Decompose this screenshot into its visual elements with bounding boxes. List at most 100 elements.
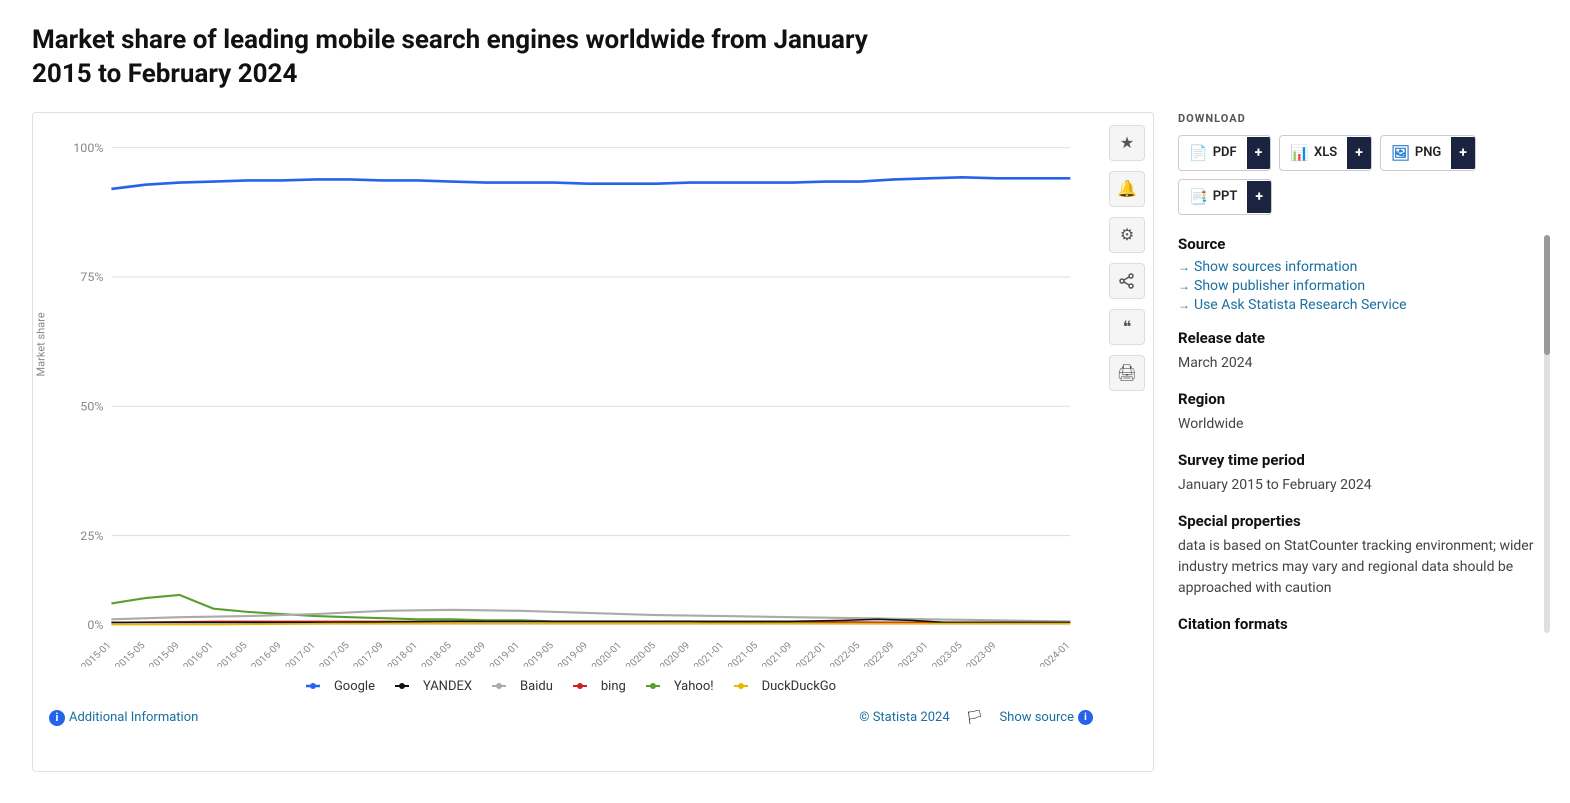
- ppt-download-button[interactable]: 📑 PPT +: [1178, 179, 1272, 215]
- print-button[interactable]: 🖨: [1109, 355, 1145, 391]
- survey-period-value: January 2015 to February 2024: [1178, 475, 1538, 496]
- chart-area: Market share 100% 75% 50% 25% 0% 2015-01…: [49, 137, 1093, 667]
- release-date-block: Release date March 2024: [1178, 329, 1538, 374]
- download-section: DOWNLOAD 📄 PDF + 📊 XLS +: [1178, 112, 1538, 215]
- arrow-icon: →: [1178, 260, 1190, 274]
- star-button[interactable]: ★: [1109, 125, 1145, 161]
- xls-plus-button[interactable]: +: [1347, 137, 1371, 169]
- page-title: Market share of leading mobile search en…: [32, 24, 932, 92]
- svg-text:2018-09: 2018-09: [454, 640, 488, 667]
- chart-section: ★ 🔔 ⚙ ❝ 🖨 Market share 1: [32, 112, 1154, 772]
- svg-text:2015-09: 2015-09: [147, 640, 181, 667]
- release-date-title: Release date: [1178, 329, 1538, 347]
- svg-text:2020-09: 2020-09: [658, 640, 692, 667]
- show-source-button[interactable]: Show source i: [999, 710, 1093, 725]
- download-buttons: 📄 PDF + 📊 XLS + 🖼 PNG: [1178, 135, 1538, 215]
- pdf-icon: 📄: [1189, 144, 1208, 162]
- xls-icon: 📊: [1290, 144, 1309, 162]
- svg-text:2017-01: 2017-01: [283, 640, 317, 667]
- png-icon: 🖼: [1391, 144, 1410, 162]
- svg-text:2016-05: 2016-05: [215, 640, 250, 667]
- survey-period-title: Survey time period: [1178, 451, 1538, 469]
- svg-text:2023-01: 2023-01: [896, 640, 930, 667]
- survey-period-block: Survey time period January 2015 to Febru…: [1178, 451, 1538, 496]
- arrow-icon: →: [1178, 298, 1190, 312]
- info-section: Source → Show sources information → Show…: [1178, 235, 1538, 633]
- legend-bing: bing: [573, 679, 626, 694]
- svg-text:2017-05: 2017-05: [318, 640, 353, 667]
- svg-text:2022-01: 2022-01: [794, 640, 828, 667]
- chart-svg: 100% 75% 50% 25% 0% 2015-01 2015-05 2015…: [49, 137, 1093, 667]
- svg-text:2021-01: 2021-01: [692, 640, 726, 667]
- svg-text:2023-05: 2023-05: [930, 640, 965, 667]
- chart-legend: Google YANDEX Baidu bing: [49, 679, 1093, 694]
- chart-footer: i Additional Information © Statista 2024…: [49, 710, 1093, 726]
- quote-button[interactable]: ❝: [1109, 309, 1145, 345]
- special-props-title: Special properties: [1178, 512, 1538, 530]
- legend-yandex: YANDEX: [395, 679, 472, 694]
- svg-text:2024-01: 2024-01: [1038, 640, 1072, 667]
- svg-text:2023-09: 2023-09: [964, 640, 998, 667]
- svg-text:25%: 25%: [80, 529, 103, 543]
- svg-text:2017-09: 2017-09: [352, 640, 386, 667]
- scrollbar-thumb[interactable]: [1544, 235, 1550, 355]
- share-button[interactable]: [1109, 263, 1145, 299]
- release-date-value: March 2024: [1178, 353, 1538, 374]
- svg-text:2018-01: 2018-01: [386, 640, 420, 667]
- source-title: Source: [1178, 235, 1538, 253]
- citation-block: Citation formats: [1178, 615, 1538, 633]
- pdf-download-button[interactable]: 📄 PDF +: [1178, 135, 1271, 171]
- ppt-icon: 📑: [1189, 188, 1208, 206]
- flag-icon: 🏳: [966, 710, 984, 726]
- svg-text:2015-01: 2015-01: [79, 640, 113, 667]
- citation-title: Citation formats: [1178, 615, 1538, 633]
- region-block: Region Worldwide: [1178, 390, 1538, 435]
- arrow-icon: →: [1178, 279, 1190, 293]
- svg-text:2019-05: 2019-05: [522, 640, 557, 667]
- source-block: Source → Show sources information → Show…: [1178, 235, 1538, 313]
- svg-text:2020-01: 2020-01: [590, 640, 624, 667]
- svg-text:0%: 0%: [87, 618, 103, 632]
- svg-text:2016-01: 2016-01: [181, 640, 215, 667]
- region-title: Region: [1178, 390, 1538, 408]
- xls-download-button[interactable]: 📊 XLS +: [1279, 135, 1372, 171]
- svg-text:2022-09: 2022-09: [862, 640, 896, 667]
- svg-text:75%: 75%: [80, 270, 103, 284]
- statista-credit: © Statista 2024: [859, 710, 949, 725]
- show-sources-link[interactable]: → Show sources information: [1178, 259, 1538, 275]
- svg-text:2021-09: 2021-09: [760, 640, 794, 667]
- chart-toolbar: ★ 🔔 ⚙ ❝ 🖨: [1109, 125, 1145, 391]
- ask-statista-link[interactable]: → Use Ask Statista Research Service: [1178, 297, 1538, 313]
- download-label: DOWNLOAD: [1178, 112, 1538, 125]
- svg-text:100%: 100%: [73, 141, 103, 155]
- png-plus-button[interactable]: +: [1451, 137, 1475, 169]
- info-icon: i: [49, 710, 65, 726]
- scrollbar[interactable]: [1544, 235, 1550, 633]
- svg-text:2020-05: 2020-05: [624, 640, 659, 667]
- svg-text:2016-09: 2016-09: [249, 640, 283, 667]
- svg-text:2015-05: 2015-05: [113, 640, 148, 667]
- google-line: [111, 177, 1070, 189]
- additional-info-button[interactable]: i Additional Information: [49, 710, 198, 726]
- svg-text:2019-09: 2019-09: [556, 640, 590, 667]
- settings-button[interactable]: ⚙: [1109, 217, 1145, 253]
- legend-google: Google: [306, 679, 375, 694]
- bell-button[interactable]: 🔔: [1109, 171, 1145, 207]
- svg-text:2018-05: 2018-05: [420, 640, 455, 667]
- legend-yahoo: Yahoo!: [646, 679, 714, 694]
- ppt-plus-button[interactable]: +: [1247, 181, 1271, 213]
- show-publisher-link[interactable]: → Show publisher information: [1178, 278, 1538, 294]
- png-download-button[interactable]: 🖼 PNG +: [1380, 135, 1476, 171]
- svg-text:50%: 50%: [80, 399, 103, 413]
- y-axis-label: Market share: [35, 312, 48, 376]
- special-props-block: Special properties data is based on Stat…: [1178, 512, 1538, 599]
- legend-baidu: Baidu: [492, 679, 553, 694]
- pdf-plus-button[interactable]: +: [1247, 137, 1271, 169]
- info-circle-icon: i: [1078, 710, 1093, 725]
- legend-duckduckgo: DuckDuckGo: [734, 679, 836, 694]
- main-layout: ★ 🔔 ⚙ ❝ 🖨 Market share 1: [32, 112, 1538, 772]
- svg-text:2021-05: 2021-05: [726, 640, 761, 667]
- svg-text:2022-05: 2022-05: [828, 640, 863, 667]
- info-panel: Source → Show sources information → Show…: [1178, 235, 1538, 633]
- right-panel: DOWNLOAD 📄 PDF + 📊 XLS +: [1178, 112, 1538, 649]
